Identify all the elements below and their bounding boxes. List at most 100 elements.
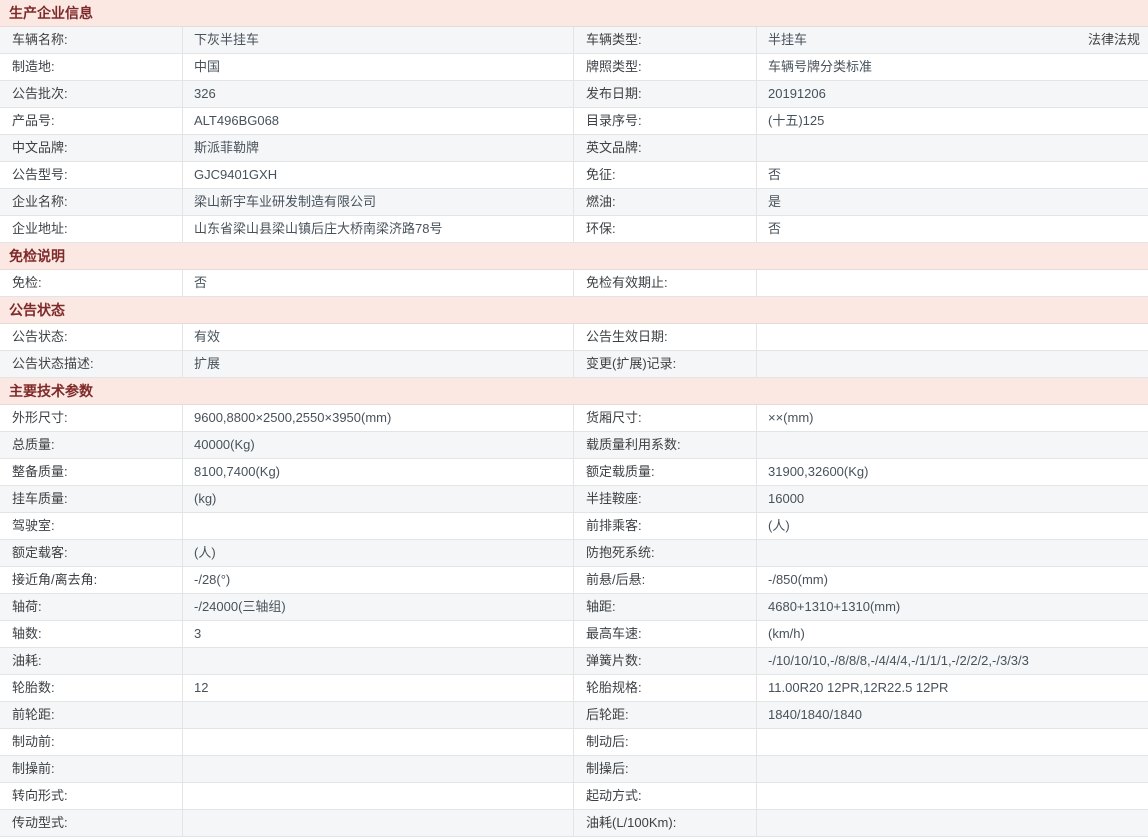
row-value-cell-right: [757, 756, 1148, 782]
table-row: 挂车质量: (kg) 半挂鞍座: 16000: [0, 486, 1148, 513]
row-label-right: 公告生效日期:: [574, 324, 757, 350]
row-value-cell-left: [183, 702, 574, 728]
row-label-right: 货厢尺寸:: [574, 405, 757, 431]
row-value-cell-left: 40000(Kg): [183, 432, 574, 458]
row-value-right: 20191206: [768, 86, 826, 101]
row-label-right: 起动方式:: [574, 783, 757, 809]
row-label-left: 驾驶室:: [0, 513, 183, 539]
row-value-cell-left: [183, 783, 574, 809]
row-value-cell-left: 扩展: [183, 351, 574, 377]
row-value-cell-right: [757, 540, 1148, 566]
row-value-cell-left: 3: [183, 621, 574, 647]
row-value-cell-left: [183, 729, 574, 755]
row-value-cell-left: ALT496BG068: [183, 108, 574, 134]
row-value-cell-right: 4680+1310+1310(mm): [757, 594, 1148, 620]
row-value-cell-right: [757, 351, 1148, 377]
row-value-cell-left: 326: [183, 81, 574, 107]
row-value-left: ALT496BG068: [194, 113, 279, 128]
row-value-right: 半挂车: [768, 32, 807, 47]
row-label-right: 变更(扩展)记录:: [574, 351, 757, 377]
row-value-right: -/10/10/10,-/8/8/8,-/4/4/4,-/1/1/1,-/2/2…: [768, 653, 1029, 668]
table-row: 公告状态: 有效 公告生效日期:: [0, 324, 1148, 351]
section-header: 公告状态: [0, 297, 1148, 324]
row-value-cell-right: 1840/1840/1840: [757, 702, 1148, 728]
table-row: 轮胎数: 12 轮胎规格: 11.00R20 12PR,12R22.5 12PR: [0, 675, 1148, 702]
vehicle-info-table: 生产企业信息 车辆名称: 下灰半挂车 车辆类型: 半挂车 法律法规 制造地: 中…: [0, 0, 1148, 837]
table-row: 免检: 否 免检有效期止:: [0, 270, 1148, 297]
row-value-cell-right: [757, 135, 1148, 161]
row-value-cell-right: 否: [757, 216, 1148, 242]
row-value-cell-left: GJC9401GXH: [183, 162, 574, 188]
row-value-cell-left: 9600,8800×2500,2550×3950(mm): [183, 405, 574, 431]
row-label-right: 免检有效期止:: [574, 270, 757, 296]
row-value-left: 8100,7400(Kg): [194, 464, 280, 479]
row-value-cell-left: 下灰半挂车: [183, 27, 574, 53]
row-value-cell-left: -/24000(三轴组): [183, 594, 574, 620]
row-label-right: 最高车速:: [574, 621, 757, 647]
row-value-cell-right: 车辆号牌分类标准: [757, 54, 1148, 80]
table-row: 总质量: 40000(Kg) 载质量利用系数:: [0, 432, 1148, 459]
row-label-right: 防抱死系统:: [574, 540, 757, 566]
row-value-cell-right: ××(mm): [757, 405, 1148, 431]
row-label-left: 轮胎数:: [0, 675, 183, 701]
row-value-cell-left: (kg): [183, 486, 574, 512]
row-value-right: 否: [768, 221, 781, 236]
row-label-right: 牌照类型:: [574, 54, 757, 80]
row-value-left: 下灰半挂车: [194, 32, 259, 47]
row-label-right: 发布日期:: [574, 81, 757, 107]
row-label-right: 免征:: [574, 162, 757, 188]
row-value-cell-left: [183, 513, 574, 539]
row-label-right: 载质量利用系数:: [574, 432, 757, 458]
row-value-left: -/28(°): [194, 572, 230, 587]
row-label-left: 公告型号:: [0, 162, 183, 188]
row-label-left: 转向形式:: [0, 783, 183, 809]
row-value-cell-right: (十五)125: [757, 108, 1148, 134]
row-value-cell-right: 半挂车 法律法规: [757, 27, 1148, 53]
row-value-left: 9600,8800×2500,2550×3950(mm): [194, 410, 391, 425]
row-value-right: 4680+1310+1310(mm): [768, 599, 900, 614]
table-row: 整备质量: 8100,7400(Kg) 额定载质量: 31900,32600(K…: [0, 459, 1148, 486]
row-value-left: (人): [194, 545, 216, 560]
row-label-left: 制造地:: [0, 54, 183, 80]
row-value-cell-right: 11.00R20 12PR,12R22.5 12PR: [757, 675, 1148, 701]
row-value-cell-left: [183, 810, 574, 836]
row-label-right: 弹簧片数:: [574, 648, 757, 674]
row-value-cell-left: 山东省梁山县梁山镇后庄大桥南梁济路78号: [183, 216, 574, 242]
row-value-left: 3: [194, 626, 201, 641]
row-value-cell-right: [757, 729, 1148, 755]
table-row: 制动前: 制动后:: [0, 729, 1148, 756]
table-row: 额定载客: (人) 防抱死系统:: [0, 540, 1148, 567]
table-row: 车辆名称: 下灰半挂车 车辆类型: 半挂车 法律法规: [0, 27, 1148, 54]
table-row: 公告批次: 326 发布日期: 20191206: [0, 81, 1148, 108]
row-label-right: 车辆类型:: [574, 27, 757, 53]
row-label-right: 前排乘客:: [574, 513, 757, 539]
row-value-left: GJC9401GXH: [194, 167, 277, 182]
row-value-left: 斯派菲勒牌: [194, 140, 259, 155]
table-row: 轴荷: -/24000(三轴组) 轴距: 4680+1310+1310(mm): [0, 594, 1148, 621]
table-row: 轴数: 3 最高车速: (km/h): [0, 621, 1148, 648]
row-label-left: 制操前:: [0, 756, 183, 782]
row-value-left: 梁山新宇车业研发制造有限公司: [194, 194, 376, 209]
row-value-cell-left: 12: [183, 675, 574, 701]
row-label-left: 外形尺寸:: [0, 405, 183, 431]
row-label-right: 前悬/后悬:: [574, 567, 757, 593]
row-value-cell-right: -/850(mm): [757, 567, 1148, 593]
row-label-left: 企业地址:: [0, 216, 183, 242]
table-row: 外形尺寸: 9600,8800×2500,2550×3950(mm) 货厢尺寸:…: [0, 405, 1148, 432]
row-value-right: 16000: [768, 491, 804, 506]
row-value-left: (kg): [194, 491, 216, 506]
legal-regulations-link[interactable]: 法律法规: [1088, 27, 1140, 53]
row-value-cell-right: (人): [757, 513, 1148, 539]
row-value-right: 车辆号牌分类标准: [768, 59, 872, 74]
row-value-cell-left: 8100,7400(Kg): [183, 459, 574, 485]
table-row: 中文品牌: 斯派菲勒牌 英文品牌:: [0, 135, 1148, 162]
row-value-cell-right: [757, 270, 1148, 296]
row-value-left: 中国: [194, 59, 220, 74]
table-row: 企业地址: 山东省梁山县梁山镇后庄大桥南梁济路78号 环保: 否: [0, 216, 1148, 243]
row-value-cell-right: [757, 432, 1148, 458]
row-label-right: 制操后:: [574, 756, 757, 782]
row-value-left: 40000(Kg): [194, 437, 255, 452]
row-value-right: 是: [768, 194, 781, 209]
row-label-left: 制动前:: [0, 729, 183, 755]
row-label-left: 油耗:: [0, 648, 183, 674]
